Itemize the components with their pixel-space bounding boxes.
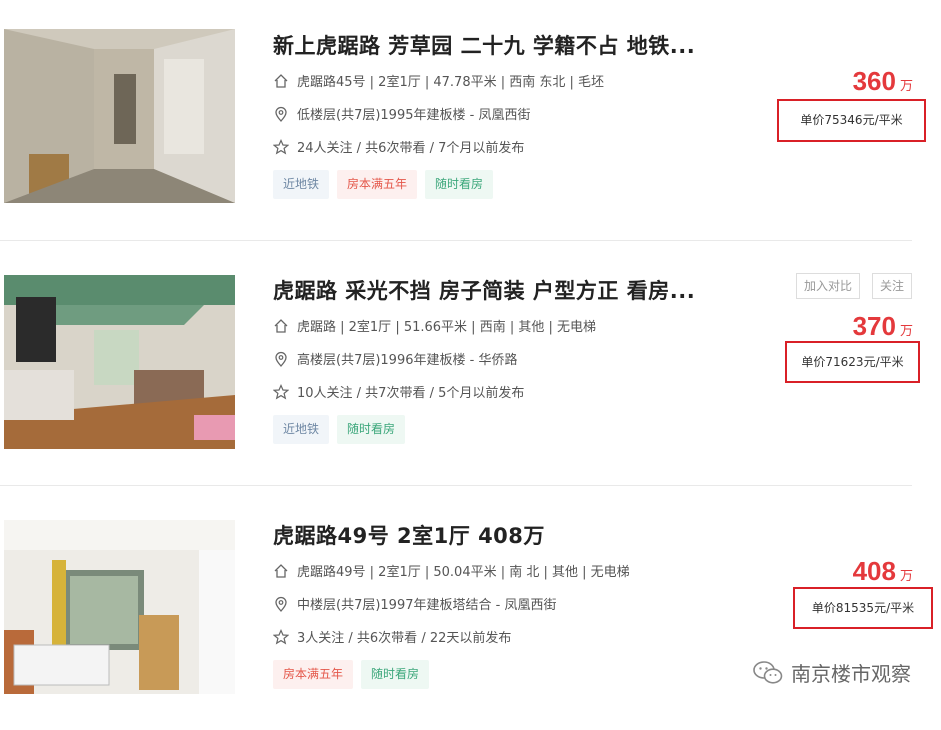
position-info-row: 中楼层(共7层)1997年建板塔结合 - 凤凰西街 (273, 594, 556, 613)
listing-divider (0, 240, 912, 241)
house-info-text: 虎踞路45号 | 2室1厅 | 47.78平米 | 西南 东北 | 毛坯 (297, 75, 605, 90)
follow-info-text: 10人关注 / 共7次带看 / 5个月以前发布 (297, 386, 525, 401)
star-icon (273, 383, 289, 399)
position-info-text[interactable]: 中楼层(共7层)1997年建板塔结合 - 凤凰西街 (297, 594, 556, 613)
total-price-unit: 万 (899, 79, 913, 94)
house-icon (274, 563, 288, 578)
listing-title[interactable]: 虎踞路49号 2室1厅 408万 (273, 520, 545, 550)
unit-price: 单价81535元/平米 (811, 601, 915, 615)
follow-info-text: 24人关注 / 共6次带看 / 7个月以前发布 (297, 141, 525, 156)
listing-card-1[interactable]: 新上虎踞路 芳草园 二十九 学籍不占 地铁... 虎踞路45号 | 2室1厅 |… (0, 0, 941, 240)
total-price: 360 万 (853, 66, 913, 97)
total-price: 408 万 (853, 556, 913, 587)
follow-button[interactable]: 关注 (872, 273, 913, 299)
house-icon (274, 318, 288, 333)
listing-title[interactable]: 虎踞路 采光不挡 房子简装 户型方正 看房... (273, 275, 695, 305)
listing-title[interactable]: 新上虎踞路 芳草园 二十九 学籍不占 地铁... (273, 30, 695, 60)
total-price-value: 370 (852, 311, 896, 341)
tag-list: 房本满五年 随时看房 (273, 660, 430, 689)
listing-photo-1[interactable] (4, 29, 235, 203)
house-info-row: 虎踞路49号 | 2室1厅 | 50.04平米 | 南 北 | 其他 | 无电梯 (273, 561, 630, 580)
tag-near-subway: 近地铁 (273, 415, 330, 444)
add-compare-button[interactable]: 加入对比 (796, 273, 861, 299)
unit-price-highlight: 单价81535元/平米 (793, 587, 933, 629)
listing-card-3[interactable]: 虎踞路49号 2室1厅 408万 虎踞路49号 | 2室1厅 | 50.04平米… (0, 490, 941, 730)
position-info-text[interactable]: 高楼层(共7层)1996年建板楼 - 华侨路 (297, 349, 517, 368)
listing-photo-2[interactable] (4, 275, 235, 449)
location-pin-icon (275, 106, 287, 122)
total-price: 370 万 (853, 311, 913, 342)
house-info-row: 虎踞路 | 2室1厅 | 51.66平米 | 西南 | 其他 | 无电梯 (273, 316, 596, 335)
position-info-row: 低楼层(共7层)1995年建板楼 - 凤凰西街 (273, 104, 530, 123)
tag-viewing-anytime: 随时看房 (337, 415, 406, 444)
tag-five-years: 房本满五年 (273, 660, 354, 689)
unit-price-highlight: 单价71623元/平米 (785, 341, 920, 383)
house-info-text: 虎踞路49号 | 2室1厅 | 50.04平米 | 南 北 | 其他 | 无电梯 (297, 565, 630, 580)
follow-info-text: 3人关注 / 共6次带看 / 22天以前发布 (297, 631, 512, 646)
follow-info-row: 3人关注 / 共6次带看 / 22天以前发布 (273, 627, 511, 646)
unit-price: 单价75346元/平米 (800, 113, 903, 127)
listing-card-2[interactable]: 虎踞路 采光不挡 房子简装 户型方正 看房... 加入对比 关注 虎踞路 | 2… (0, 245, 941, 485)
star-icon (273, 628, 289, 644)
position-info-text[interactable]: 低楼层(共7层)1995年建板楼 - 凤凰西街 (297, 104, 530, 123)
tag-viewing-anytime: 随时看房 (361, 660, 430, 689)
tag-near-subway: 近地铁 (273, 170, 330, 199)
house-info-text: 虎踞路 | 2室1厅 | 51.66平米 | 西南 | 其他 | 无电梯 (297, 320, 596, 335)
tag-viewing-anytime: 随时看房 (425, 170, 494, 199)
position-info-row: 高楼层(共7层)1996年建板楼 - 华侨路 (273, 349, 517, 368)
unit-price: 单价71623元/平米 (801, 355, 904, 369)
star-icon (273, 138, 289, 154)
tag-list: 近地铁 房本满五年 随时看房 (273, 170, 494, 199)
unit-price-highlight: 单价75346元/平米 (777, 99, 926, 142)
house-info-row: 虎踞路45号 | 2室1厅 | 47.78平米 | 西南 东北 | 毛坯 (273, 71, 604, 90)
house-icon (274, 73, 288, 88)
follow-info-row: 10人关注 / 共7次带看 / 5个月以前发布 (273, 382, 524, 401)
location-pin-icon (275, 596, 287, 612)
wechat-icon (753, 660, 783, 684)
tag-five-years: 房本满五年 (337, 170, 418, 199)
location-pin-icon (275, 351, 287, 367)
total-price-unit: 万 (899, 324, 913, 339)
listing-divider (0, 485, 912, 486)
total-price-value: 408 (852, 556, 896, 586)
total-price-value: 360 (852, 66, 896, 96)
total-price-unit: 万 (899, 569, 913, 584)
follow-info-row: 24人关注 / 共6次带看 / 7个月以前发布 (273, 137, 524, 156)
watermark: 南京楼市观察 (753, 658, 911, 687)
tag-list: 近地铁 随时看房 (273, 415, 406, 444)
listing-photo-3[interactable] (4, 520, 235, 694)
watermark-text: 南京楼市观察 (791, 662, 911, 686)
